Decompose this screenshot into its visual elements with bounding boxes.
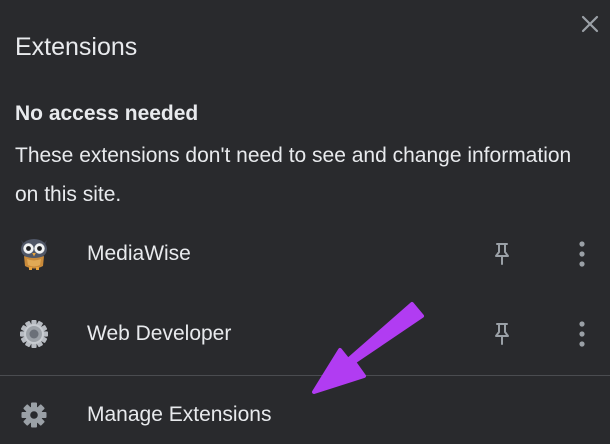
settings-icon [20,401,48,429]
close-icon [581,15,599,33]
more-vert-icon [579,321,585,347]
extension-row-web-developer[interactable]: Web Developer [0,304,610,364]
divider [0,375,610,376]
manage-extensions-label: Manage Extensions [87,403,272,426]
panel-title: Extensions [15,33,138,61]
pin-icon [495,243,509,265]
extensions-panel: Extensions No access needed These extens… [0,0,610,444]
pin-button[interactable] [486,236,518,272]
extension-row-mediawise[interactable]: MediaWise [0,224,610,284]
owl-icon [18,236,50,272]
more-options-button[interactable] [566,236,598,272]
pin-button[interactable] [486,316,518,352]
pin-icon [495,323,509,345]
extension-name: Web Developer [87,322,232,345]
gear-icon [18,316,50,352]
manage-extensions-button[interactable]: Manage Extensions [0,386,610,444]
section-heading: No access needed [15,102,199,125]
more-vert-icon [579,241,585,267]
more-options-button[interactable] [566,316,598,352]
close-button[interactable] [576,10,604,38]
section-description: These extensions don't need to see and c… [15,144,572,206]
extension-name: MediaWise [87,242,191,265]
